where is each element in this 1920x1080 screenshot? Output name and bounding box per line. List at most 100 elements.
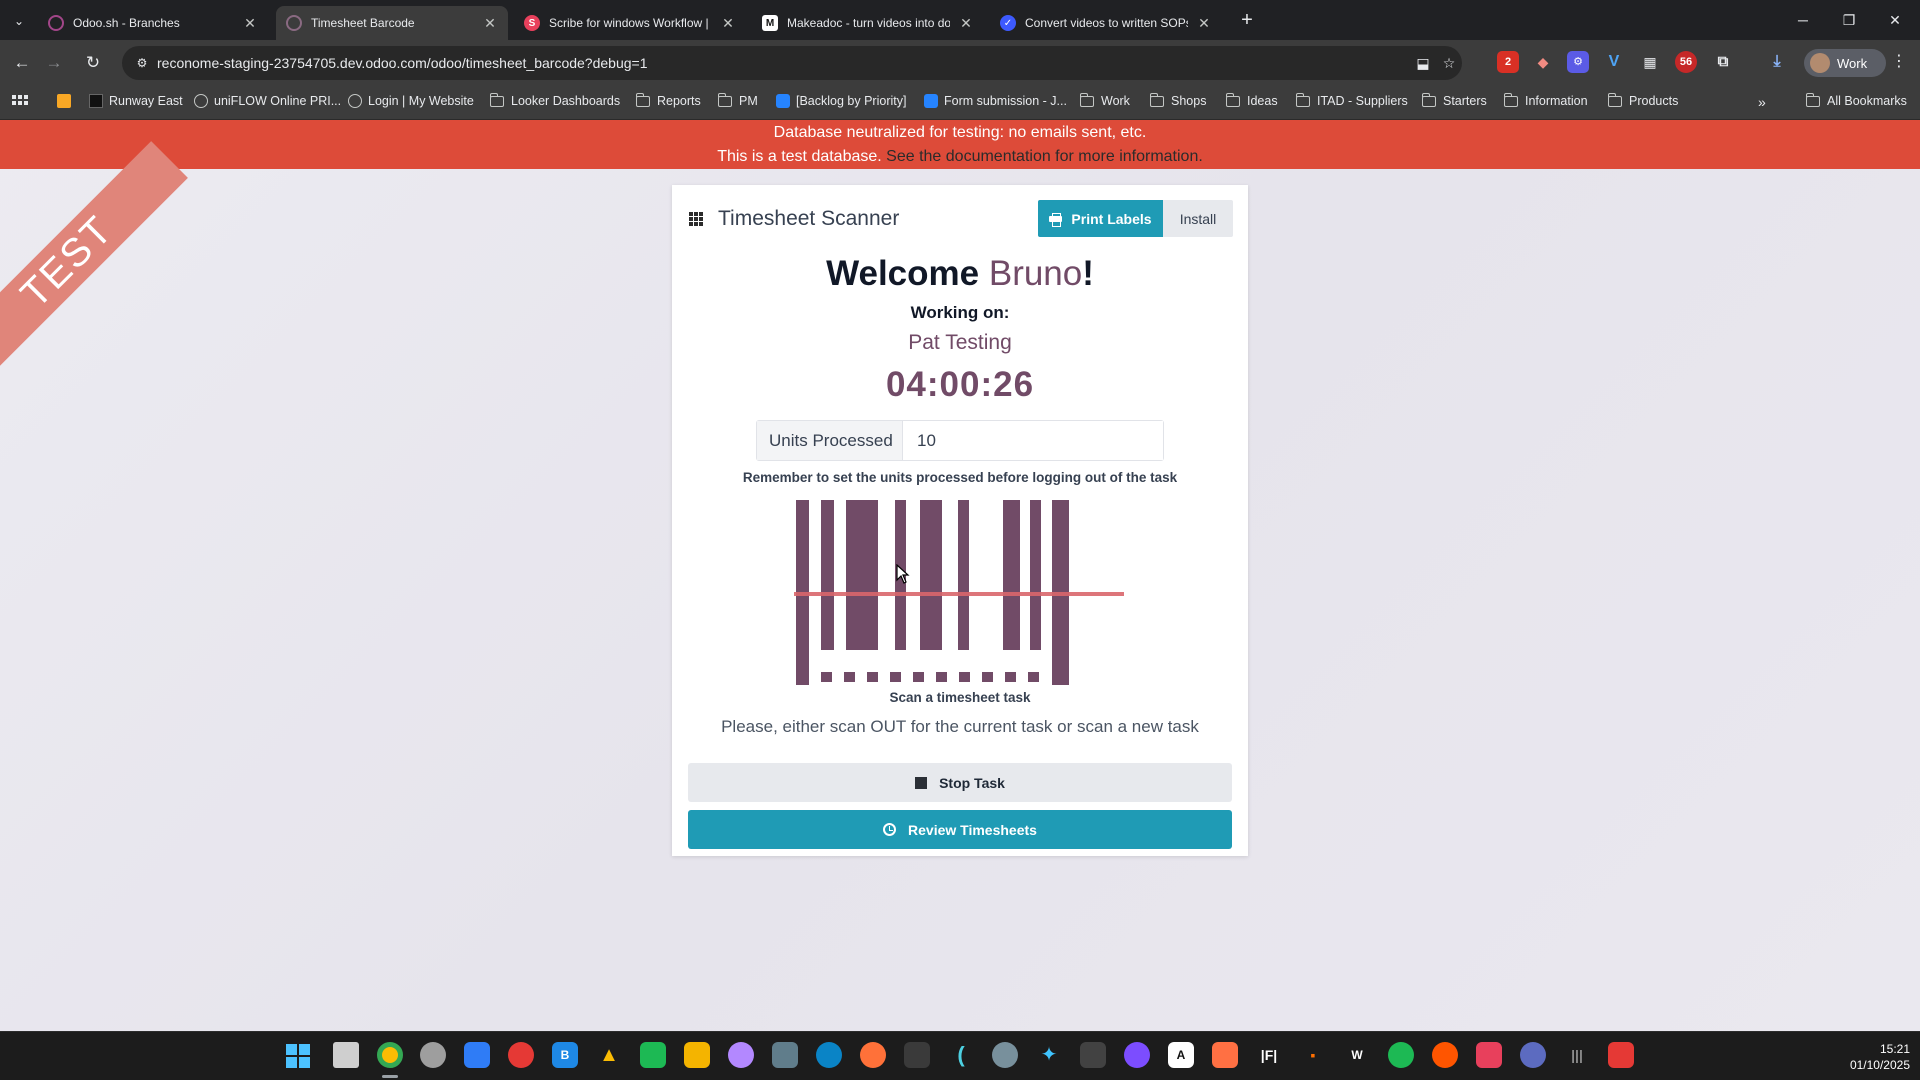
uniflow-icon	[194, 94, 208, 108]
bookmark-label: Products	[1629, 94, 1679, 108]
firefox-icon[interactable]	[860, 1042, 886, 1068]
windows-start-icon[interactable]	[286, 1042, 312, 1068]
folder-icon	[1607, 92, 1622, 107]
extension-fox-icon[interactable]: ◆	[1532, 51, 1554, 73]
extensions-puzzle-icon[interactable]: ⧉	[1712, 51, 1734, 73]
app-green-icon[interactable]	[640, 1042, 666, 1068]
welcome-heading: Welcome Bruno!	[672, 254, 1248, 294]
bookmark-ideas[interactable]: Ideas	[1225, 92, 1278, 108]
close-icon[interactable]: ✕	[720, 15, 736, 32]
minimize-icon[interactable]: ─	[1780, 6, 1826, 34]
apps-menu-icon[interactable]	[689, 212, 703, 226]
app-document-icon[interactable]: B	[552, 1042, 578, 1068]
bookmark-label: Runway East	[109, 94, 183, 108]
app-bars-icon[interactable]: |||	[1564, 1042, 1590, 1068]
bookmark-label: [Backlog by Priority]	[796, 94, 907, 108]
bookmark-pm[interactable]: PM	[717, 92, 758, 108]
bookmark-starters[interactable]: Starters	[1421, 92, 1487, 108]
tab-makeadoc[interactable]: M Makeadoc - turn videos into do ✕	[752, 6, 984, 40]
extension-badge-icon[interactable]: 2	[1497, 51, 1519, 73]
app-record-icon[interactable]	[1520, 1042, 1546, 1068]
close-icon[interactable]: ✕	[242, 15, 258, 32]
extension-gear-icon[interactable]: ⚙	[1567, 51, 1589, 73]
app-red-icon[interactable]	[1608, 1042, 1634, 1068]
bookmark-uniflow[interactable]: uniFLOW Online PRI...	[194, 94, 341, 108]
bookmark-products[interactable]: Products	[1607, 92, 1679, 108]
bookmark-information[interactable]: Information	[1503, 92, 1588, 108]
extension-qr-icon[interactable]: ▦	[1639, 51, 1661, 73]
bookmark-backlog[interactable]: [Backlog by Priority]	[776, 94, 906, 108]
downloads-icon[interactable]: ⤓	[1766, 51, 1788, 73]
new-tab-plus-icon[interactable]: +	[1234, 8, 1260, 34]
documentation-link[interactable]: See the documentation for more informati…	[886, 148, 1203, 165]
reload-icon[interactable]: ↻	[79, 49, 107, 77]
back-arrow-icon[interactable]: ←	[8, 49, 36, 77]
bookmark-work[interactable]: Work	[1079, 92, 1130, 108]
bookmark-form-submission[interactable]: Form submission - J...	[924, 94, 1067, 108]
address-bar[interactable]: ⚙ reconome-staging-23754705.dev.odoo.com…	[122, 46, 1462, 80]
site-info-tune-icon[interactable]: ⚙	[132, 53, 152, 73]
restore-icon[interactable]: ❐	[1826, 6, 1872, 34]
file-explorer-icon[interactable]	[684, 1042, 710, 1068]
extension-vimeo-icon[interactable]: V	[1603, 51, 1625, 73]
app-people-icon[interactable]	[464, 1042, 490, 1068]
tab-timesheet-barcode[interactable]: Timesheet Barcode ✕	[276, 6, 508, 40]
bookmark-itad-suppliers[interactable]: ITAD - Suppliers	[1295, 92, 1408, 108]
url-text[interactable]: reconome-staging-23754705.dev.odoo.com/o…	[157, 55, 648, 71]
bookmark-label: Reports	[657, 94, 701, 108]
settings-gear-icon[interactable]	[992, 1042, 1018, 1068]
system-clock[interactable]: 15:21 01/10/2025	[1836, 1041, 1910, 1073]
soundcloud-icon[interactable]	[1432, 1042, 1458, 1068]
app-orange-icon[interactable]	[1212, 1042, 1238, 1068]
more-bookmarks-chevron-icon[interactable]: »	[1758, 94, 1766, 110]
app-w-icon[interactable]: W	[1344, 1042, 1370, 1068]
apps-grid-icon[interactable]	[12, 95, 28, 105]
bookmark-label: uniFLOW Online PRI...	[214, 94, 342, 108]
bookmark-reports[interactable]: Reports	[635, 92, 701, 108]
task-view-icon[interactable]	[333, 1042, 359, 1068]
app-crescent-icon[interactable]: (	[948, 1042, 974, 1068]
bookmark-shops[interactable]: Shops	[1149, 92, 1206, 108]
forward-arrow-icon[interactable]: →	[40, 49, 68, 77]
app-sphere-icon[interactable]	[420, 1042, 446, 1068]
install-app-icon[interactable]: ⬓	[1412, 53, 1434, 73]
scribe-taskbar-icon[interactable]	[1476, 1042, 1502, 1068]
app-dots-icon[interactable]: ▪	[1300, 1042, 1326, 1068]
app-if-icon[interactable]: |F|	[1256, 1042, 1282, 1068]
banner-line-1: Database neutralized for testing: no ema…	[773, 124, 1147, 141]
bookmark-login-website[interactable]: Login | My Website	[348, 94, 474, 108]
bookmark-star-icon[interactable]: ☆	[1438, 53, 1460, 73]
app-tools-icon[interactable]	[1080, 1042, 1106, 1068]
spotify-icon[interactable]	[1388, 1042, 1414, 1068]
bookmark-runway-east[interactable]: Runway East	[89, 94, 183, 108]
tab-scribe[interactable]: S Scribe for windows Workflow | S ✕	[514, 6, 746, 40]
all-bookmarks[interactable]: All Bookmarks	[1805, 92, 1907, 108]
bookmark-icon-only[interactable]	[57, 94, 77, 108]
app-sparkle-icon[interactable]: ✦	[1036, 1042, 1062, 1068]
profile-button[interactable]: Work	[1804, 49, 1886, 77]
window-close-icon[interactable]: ✕	[1872, 6, 1918, 34]
tab-odoo-sh-branches[interactable]: Odoo.sh - Branches ✕	[38, 6, 268, 40]
close-icon[interactable]: ✕	[1196, 15, 1212, 32]
units-processed-input[interactable]	[903, 421, 1163, 460]
google-drive-icon[interactable]: ▲	[596, 1042, 622, 1068]
tab-search-chevron-icon[interactable]: ⌄	[8, 10, 30, 32]
stop-task-button[interactable]: Stop Task	[688, 763, 1232, 802]
copilot-icon[interactable]	[1124, 1042, 1150, 1068]
extension-counter-icon[interactable]: 56	[1675, 51, 1697, 73]
print-labels-button[interactable]: Print Labels	[1038, 200, 1163, 237]
app-circle-icon[interactable]	[728, 1042, 754, 1068]
bookmark-looker-dashboards[interactable]: Looker Dashboards	[489, 92, 620, 108]
edge-icon[interactable]	[816, 1042, 842, 1068]
browser-menu-icon[interactable]: ⋮	[1888, 51, 1910, 73]
close-icon[interactable]: ✕	[482, 15, 498, 32]
app-gamepad-icon[interactable]	[904, 1042, 930, 1068]
review-timesheets-button[interactable]: Review Timesheets	[688, 810, 1232, 849]
install-button[interactable]: Install	[1163, 200, 1233, 237]
app-chat-icon[interactable]	[508, 1042, 534, 1068]
app-a-icon[interactable]: A	[1168, 1042, 1194, 1068]
close-icon[interactable]: ✕	[958, 15, 974, 32]
chrome-icon[interactable]	[377, 1042, 403, 1068]
tab-convert-videos[interactable]: ✓ Convert videos to written SOPs ✕	[990, 6, 1222, 40]
calculator-icon[interactable]	[772, 1042, 798, 1068]
